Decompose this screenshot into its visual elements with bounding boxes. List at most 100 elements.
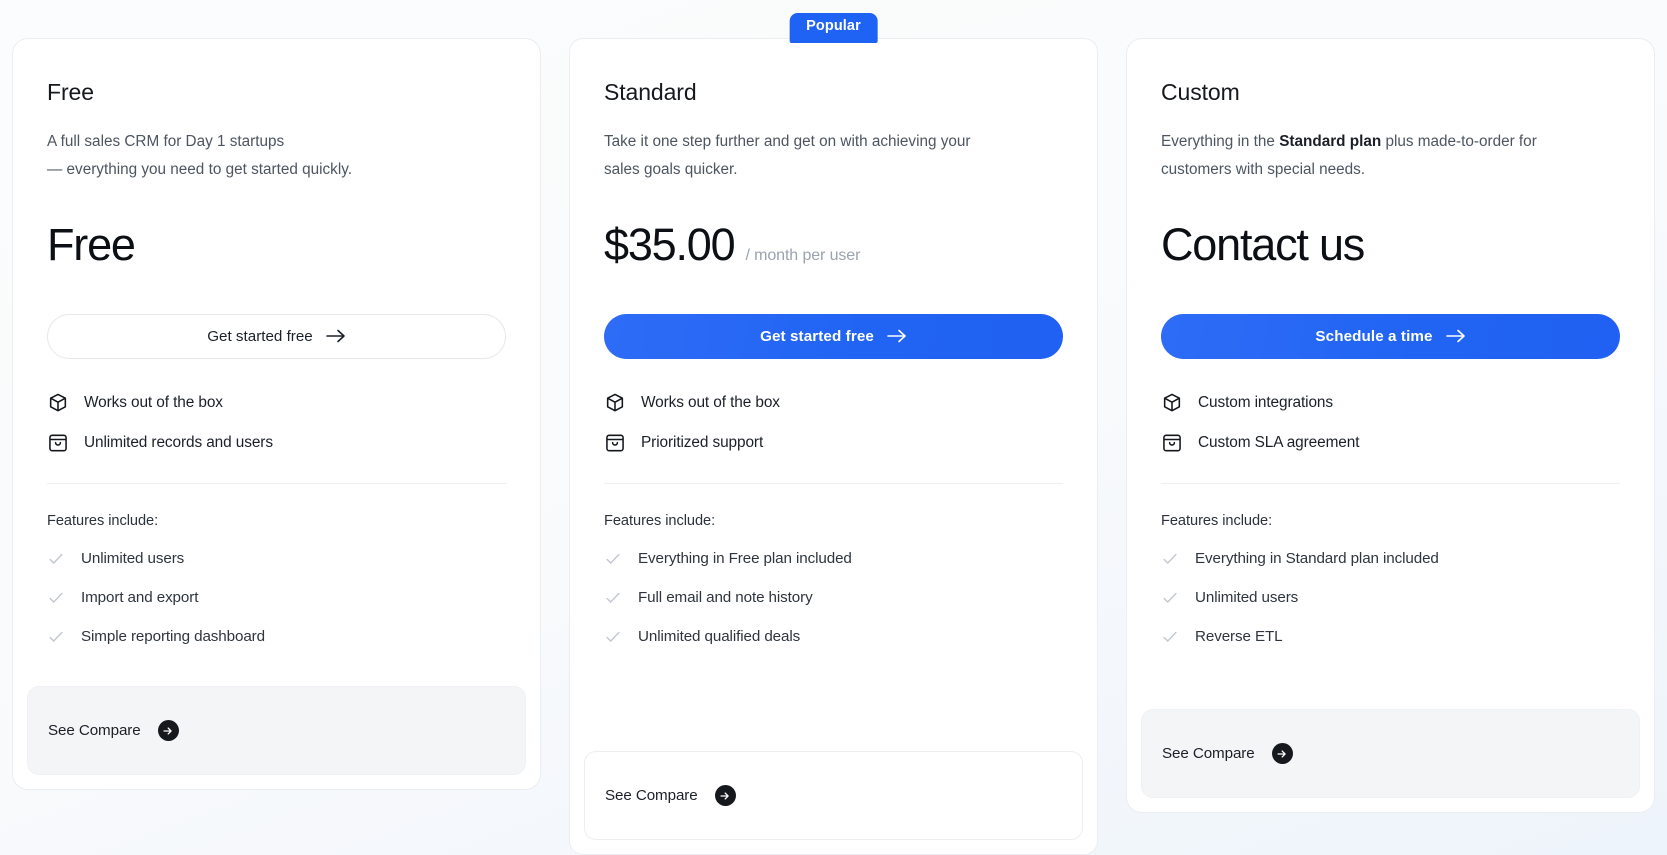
highlight-row: Custom integrations xyxy=(1161,392,1620,414)
plan-description-line-2: — everything you need to get started qui… xyxy=(47,160,352,178)
feature-label: Import and export xyxy=(81,589,199,607)
plan-description-custom: Everything in the Standard plan plus mad… xyxy=(1161,128,1591,184)
highlight-label: Prioritized support xyxy=(641,433,764,451)
highlight-row: Works out of the box xyxy=(47,392,506,414)
price-period-standard: / month per user xyxy=(745,246,861,264)
highlight-label: Works out of the box xyxy=(641,393,780,411)
feature-label: Unlimited users xyxy=(81,550,185,568)
cta-label: Get started free xyxy=(760,327,874,345)
section-divider xyxy=(47,482,506,484)
feature-list-custom: Everything in Standard plan included Unl… xyxy=(1161,550,1620,646)
feature-item: Everything in Standard plan included xyxy=(1161,550,1620,568)
arrow-right-circle-icon xyxy=(1271,743,1293,764)
price-amount-custom: Contact us xyxy=(1161,218,1365,270)
arrow-right-icon xyxy=(887,329,906,343)
feature-item: Unlimited users xyxy=(1161,589,1620,607)
archive-box-icon xyxy=(1161,432,1183,454)
cube-icon xyxy=(47,392,69,414)
highlight-list-standard: Works out of the box Prioritized support xyxy=(604,392,1063,454)
price-row-free: Free xyxy=(47,222,506,274)
feature-label: Simple reporting dashboard xyxy=(81,628,265,646)
pricing-plans-grid: Free A full sales CRM for Day 1 startups… xyxy=(0,0,1667,855)
check-icon xyxy=(604,628,622,646)
feature-item: Unlimited qualified deals xyxy=(604,628,1063,646)
highlight-list-free: Works out of the box Unlimited records a… xyxy=(47,392,506,454)
feature-list-standard: Everything in Free plan included Full em… xyxy=(604,550,1063,646)
cta-label: Schedule a time xyxy=(1315,327,1433,345)
plan-description-emphasis: Standard plan xyxy=(1279,132,1382,150)
check-icon xyxy=(604,550,622,568)
arrow-right-circle-icon xyxy=(714,785,736,806)
archive-box-icon xyxy=(47,432,69,454)
get-started-free-button-standard-plan[interactable]: Get started free xyxy=(604,313,1063,359)
feature-label: Unlimited users xyxy=(1195,589,1299,607)
popular-badge: Popular xyxy=(789,13,878,43)
features-title-free: Features include: xyxy=(47,512,159,529)
cube-icon xyxy=(1161,392,1183,414)
price-amount-free: Free xyxy=(47,218,136,270)
cube-icon xyxy=(604,392,626,414)
feature-item: Unlimited users xyxy=(47,550,506,568)
check-icon xyxy=(47,550,65,568)
schedule-a-time-button[interactable]: Schedule a time xyxy=(1161,313,1620,359)
see-compare-button-free-plan[interactable]: See Compare xyxy=(27,686,526,775)
highlight-list-custom: Custom integrations Custom SLA agreement xyxy=(1161,392,1620,454)
highlight-label: Works out of the box xyxy=(84,393,223,411)
see-compare-label: See Compare xyxy=(48,722,141,739)
price-row-custom: Contact us xyxy=(1161,222,1620,274)
plan-name-standard: Standard xyxy=(604,79,697,105)
highlight-row: Unlimited records and users xyxy=(47,432,506,454)
arrow-right-icon xyxy=(1445,329,1465,343)
plan-description-standard: Take it one step further and get on with… xyxy=(604,128,1034,184)
check-icon xyxy=(604,589,622,607)
plan-card-free: Free A full sales CRM for Day 1 startups… xyxy=(12,38,541,790)
see-compare-label: See Compare xyxy=(1162,745,1255,762)
plan-description-line-1: A full sales CRM for Day 1 startups xyxy=(47,132,285,150)
get-started-free-button-free-plan[interactable]: Get started free xyxy=(47,313,506,359)
arrow-right-circle-icon xyxy=(157,720,179,741)
plan-card-standard: Popular Standard Take it one step furthe… xyxy=(569,13,1098,855)
feature-item: Everything in Free plan included xyxy=(604,550,1063,568)
highlight-label: Unlimited records and users xyxy=(84,433,273,451)
plan-card-custom: Custom Everything in the Standard plan p… xyxy=(1126,38,1655,813)
price-row-standard: $35.00 / month per user xyxy=(604,222,1063,274)
feature-list-free: Unlimited users Import and export Simple… xyxy=(47,550,506,646)
feature-label: Reverse ETL xyxy=(1195,628,1283,646)
highlight-row: Custom SLA agreement xyxy=(1161,432,1620,454)
arrow-right-icon xyxy=(325,329,345,343)
feature-label: Everything in Standard plan included xyxy=(1195,550,1439,568)
plan-description-line-1: Take it one step further and get on with… xyxy=(604,132,971,150)
feature-label: Unlimited qualified deals xyxy=(638,628,801,646)
plan-name-free: Free xyxy=(47,79,94,105)
plan-name-custom: Custom xyxy=(1161,79,1240,105)
feature-item: Reverse ETL xyxy=(1161,628,1620,646)
check-icon xyxy=(1161,589,1179,607)
feature-item: Simple reporting dashboard xyxy=(47,628,506,646)
features-title-custom: Features include: xyxy=(1161,512,1273,529)
section-divider xyxy=(604,482,1063,484)
archive-box-icon xyxy=(604,432,626,454)
see-compare-button-standard-plan[interactable]: See Compare xyxy=(584,751,1083,840)
check-icon xyxy=(1161,550,1179,568)
check-icon xyxy=(47,628,65,646)
feature-item: Full email and note history xyxy=(604,589,1063,607)
plan-description-free: A full sales CRM for Day 1 startups — ev… xyxy=(47,128,477,184)
plan-description-line-2: sales goals quicker. xyxy=(604,160,738,178)
highlight-row: Prioritized support xyxy=(604,432,1063,454)
plan-description-prefix: Everything in the xyxy=(1161,132,1280,150)
section-divider xyxy=(1161,482,1620,484)
feature-item: Import and export xyxy=(47,589,506,607)
see-compare-label: See Compare xyxy=(605,787,698,804)
highlight-row: Works out of the box xyxy=(604,392,1063,414)
highlight-label: Custom SLA agreement xyxy=(1198,433,1360,451)
feature-label: Full email and note history xyxy=(638,589,813,607)
check-icon xyxy=(1161,628,1179,646)
features-title-standard: Features include: xyxy=(604,512,716,529)
feature-label: Everything in Free plan included xyxy=(638,550,852,568)
see-compare-button-custom-plan[interactable]: See Compare xyxy=(1141,709,1640,798)
price-amount-standard: $35.00 xyxy=(604,218,736,270)
check-icon xyxy=(47,589,65,607)
